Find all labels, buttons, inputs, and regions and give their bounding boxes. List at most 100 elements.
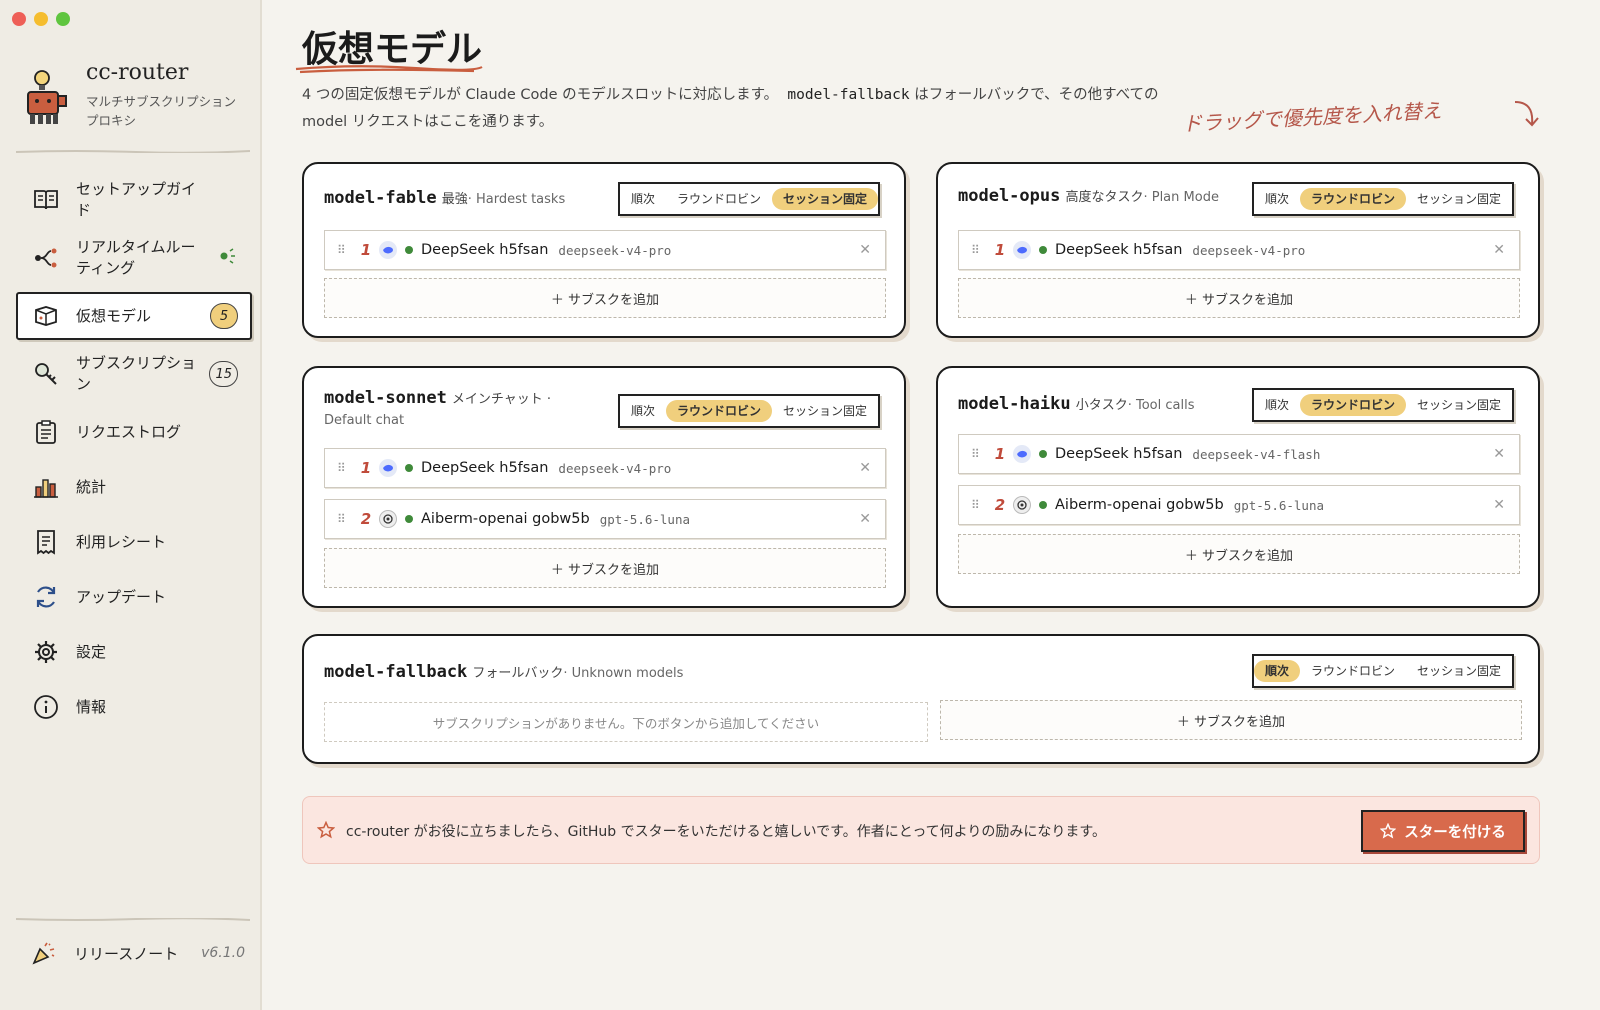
subscription-row[interactable]: ⠿ 2 Aiberm-openai gobw5b gpt-5.6-luna ✕ — [958, 485, 1520, 525]
drag-handle-icon[interactable]: ⠿ — [337, 461, 353, 475]
window-controls — [12, 12, 70, 26]
sidebar-item-update[interactable]: アップデート — [16, 573, 252, 621]
add-subscription-button[interactable]: ＋ サブスクを追加 — [958, 278, 1520, 318]
remove-icon[interactable]: ✕ — [859, 460, 871, 476]
subscription-row[interactable]: ⠿ 1 DeepSeek h5fsan deepseek-v4-pro ✕ — [324, 230, 886, 270]
star-button[interactable]: スターを付ける — [1361, 810, 1525, 852]
priority-number: 1 — [360, 241, 372, 259]
add-subscription-button[interactable]: ＋ サブスクを追加 — [324, 278, 886, 318]
model-name: model-opus — [958, 186, 1061, 206]
close-window-button[interactable] — [12, 12, 26, 26]
sidebar-item-label: 情報 — [76, 697, 107, 716]
sidebar-item-usage-receipt[interactable]: 利用レシート — [16, 518, 252, 566]
account-name: DeepSeek h5fsan — [1055, 446, 1183, 462]
status-dot — [405, 246, 413, 254]
strategy-session-sticky[interactable]: セッション固定 — [1406, 394, 1512, 416]
strategy-round-robin[interactable]: ラウンドロビン — [666, 400, 773, 422]
card-header: model-haiku 小タスク· Tool calls — [958, 394, 1238, 414]
card-header: model-opus 高度なタスク· Plan Mode — [958, 186, 1238, 206]
minimize-window-button[interactable] — [34, 12, 48, 26]
strategy-round-robin[interactable]: ラウンドロビン — [1300, 188, 1407, 210]
model-desc-en: · Tool calls — [1127, 398, 1195, 413]
strategy-round-robin[interactable]: ラウンドロビン — [666, 188, 772, 210]
sidebar-item-label: 設定 — [76, 642, 107, 661]
sidebar-item-label: アップデート — [76, 587, 167, 606]
openai-logo-icon — [379, 510, 397, 528]
count-badge: 15 — [209, 361, 238, 387]
strategy-sequential[interactable]: 順次 — [620, 188, 666, 210]
drag-handle-icon[interactable]: ⠿ — [971, 447, 987, 461]
banner-message: cc-router がお役に立ちましたら、GitHub でスターをいただけると嬉… — [346, 824, 1106, 840]
upstream-model: deepseek-v4-pro — [558, 242, 672, 258]
drag-handle-icon[interactable]: ⠿ — [337, 512, 353, 526]
main-content: 仮想モデル 4 つの固定仮想モデルが Claude Code のモデルスロットに… — [262, 0, 1600, 1010]
strategy-sequential[interactable]: 順次 — [620, 400, 666, 422]
drag-handle-icon[interactable]: ⠿ — [971, 243, 987, 257]
model-desc-en: · Plan Mode — [1143, 190, 1219, 205]
status-dot — [1039, 450, 1047, 458]
release-notes-link[interactable]: リリースノート v6.1.0 — [30, 936, 245, 970]
strategy-session-sticky[interactable]: セッション固定 — [772, 188, 879, 210]
strategy-round-robin[interactable]: ラウンドロビン — [1300, 394, 1407, 416]
upstream-model: deepseek-v4-flash — [1192, 446, 1321, 462]
remove-icon[interactable]: ✕ — [1493, 497, 1505, 513]
sidebar-item-request-log[interactable]: リクエストログ — [16, 408, 252, 456]
star-button-label: スターを付ける — [1404, 824, 1506, 841]
subscription-row[interactable]: ⠿ 1 DeepSeek h5fsan deepseek-v4-flash ✕ — [958, 434, 1520, 474]
drag-handle-icon[interactable]: ⠿ — [337, 243, 353, 257]
strategy-selector: 順次 ラウンドロビン セッション固定 — [1252, 388, 1515, 422]
sidebar-item-label: 利用レシート — [76, 532, 167, 551]
strategy-sequential[interactable]: 順次 — [1254, 660, 1301, 682]
title-underline — [295, 65, 483, 74]
priority-number: 1 — [994, 445, 1006, 463]
strategy-session-sticky[interactable]: セッション固定 — [1406, 660, 1512, 682]
drag-handle-icon[interactable]: ⠿ — [971, 498, 987, 512]
version-label: v6.1.0 — [201, 945, 245, 961]
sidebar-item-settings[interactable]: 設定 — [16, 628, 252, 676]
sidebar-item-subscriptions[interactable]: サブスクリプション 15 — [16, 347, 252, 401]
account-name: DeepSeek h5fsan — [421, 460, 549, 476]
sidebar-nav: セットアップガイド リアルタイムルーティング 仮想モデル 5 サブスクリプション… — [16, 176, 252, 738]
strategy-session-sticky[interactable]: セッション固定 — [772, 400, 878, 422]
priority-number: 1 — [994, 241, 1006, 259]
remove-icon[interactable]: ✕ — [1493, 446, 1505, 462]
virtual-model-card-opus: model-opus 高度なタスク· Plan Mode 順次 ラウンドロビン … — [936, 162, 1540, 338]
sidebar-item-info[interactable]: 情報 — [16, 683, 252, 731]
strategy-selector: 順次 ラウンドロビン セッション固定 — [618, 182, 881, 216]
zoom-window-button[interactable] — [56, 12, 70, 26]
add-subscription-button[interactable]: ＋ サブスクを追加 — [940, 700, 1522, 740]
sidebar-item-setup-guide[interactable]: セットアップガイド — [16, 176, 252, 224]
strategy-sequential[interactable]: 順次 — [1254, 394, 1300, 416]
upstream-model: gpt-5.6-luna — [599, 511, 690, 527]
sidebar-item-virtual-models[interactable]: 仮想モデル 5 — [16, 292, 252, 340]
strategy-round-robin[interactable]: ラウンドロビン — [1300, 660, 1406, 682]
account-name: DeepSeek h5fsan — [1055, 242, 1183, 258]
gear-icon — [32, 638, 60, 666]
model-icon — [32, 302, 60, 330]
strategy-selector: 順次 ラウンドロビン セッション固定 — [618, 394, 881, 428]
account-name: DeepSeek h5fsan — [421, 242, 549, 258]
remove-icon[interactable]: ✕ — [859, 242, 871, 258]
virtual-model-card-fable: model-fable 最強· Hardest tasks 順次 ラウンドロビン… — [302, 162, 906, 338]
subscription-row[interactable]: ⠿ 1 DeepSeek h5fsan deepseek-v4-pro ✕ — [324, 448, 886, 488]
clipboard-icon — [32, 418, 60, 446]
subscription-row[interactable]: ⠿ 1 DeepSeek h5fsan deepseek-v4-pro ✕ — [958, 230, 1520, 270]
add-subscription-button[interactable]: ＋ サブスクを追加 — [958, 534, 1520, 574]
deepseek-whale-icon — [1013, 241, 1031, 259]
remove-icon[interactable]: ✕ — [859, 511, 871, 527]
info-icon — [32, 693, 60, 721]
star-icon — [1380, 823, 1397, 839]
description-code: model-fallback — [787, 87, 910, 103]
strategy-session-sticky[interactable]: セッション固定 — [1406, 188, 1512, 210]
subscription-row[interactable]: ⠿ 2 Aiberm-openai gobw5b gpt-5.6-luna ✕ — [324, 499, 886, 539]
card-header: model-sonnet メインチャット · Default chat — [324, 388, 574, 434]
sidebar: cc-router マルチサブスクリプションプロキシ セットアップガイド リアル… — [0, 0, 262, 1010]
remove-icon[interactable]: ✕ — [1493, 242, 1505, 258]
add-subscription-button[interactable]: ＋ サブスクを追加 — [324, 548, 886, 588]
sidebar-item-realtime-routing[interactable]: リアルタイムルーティング — [16, 231, 252, 285]
book-icon — [32, 186, 60, 214]
strategy-sequential[interactable]: 順次 — [1254, 188, 1300, 210]
star-outline-icon — [317, 821, 335, 839]
page-description: 4 つの固定仮想モデルが Claude Code のモデルスロットに対応します。… — [302, 82, 1162, 136]
sidebar-item-stats[interactable]: 統計 — [16, 463, 252, 511]
